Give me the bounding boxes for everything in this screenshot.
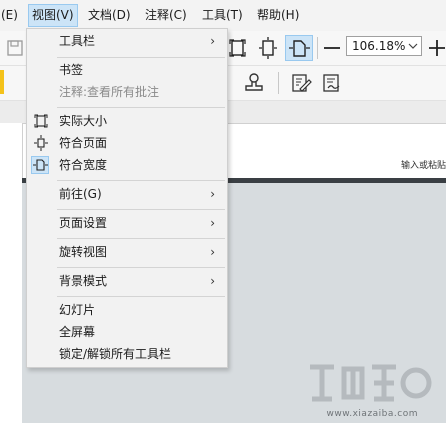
toolbar-separator [278,72,279,94]
stamp-icon[interactable] [242,71,266,95]
chevron-down-icon[interactable] [408,37,418,62]
menu-item-goto[interactable]: 前往(G) › [27,183,227,205]
menu-view[interactable]: 视图(V) [28,4,78,27]
menu-item-label: 注释:查看所有批注 [59,85,160,99]
menu-annotation[interactable]: 注释(C) [142,5,190,26]
save-icon[interactable] [4,36,28,60]
menu-item-fullscreen[interactable]: 全屏幕 [27,321,227,343]
chevron-right-icon: › [210,34,215,48]
actual-size-icon[interactable] [226,36,250,60]
menu-item-label: 锁定/解锁所有工具栏 [59,347,172,361]
menu-item-actual-size[interactable]: 实际大小 [27,110,227,132]
fit-width-icon[interactable] [285,35,313,61]
menu-item-view-all-annotations: 注释:查看所有批注 [27,81,227,103]
menu-item-fit-width[interactable]: 符合宽度 [27,154,227,176]
menu-item-label: 符合页面 [59,136,108,150]
zoom-out-icon[interactable] [320,36,344,60]
chevron-right-icon: › [210,187,215,201]
view-menu: 工具栏 › 书签 注释:查看所有批注 实际大小 符合页面 符合宽度 前往(G) … [26,28,228,368]
menu-item-toolbar[interactable]: 工具栏 › [27,30,227,52]
menu-item-label: 实际大小 [59,114,108,128]
menu-item-label: 工具栏 [59,34,96,48]
chevron-right-icon: › [210,274,215,288]
menu-divider [57,107,225,108]
watermark-url: www.xiazaiba.com [326,409,418,419]
toolbar-separator [317,37,318,59]
menu-divider [57,267,225,268]
menu-item-fit-page[interactable]: 符合页面 [27,132,227,154]
menu-item-label: 背景模式 [59,274,108,288]
menu-help[interactable]: 帮助(H) [254,5,302,26]
fit-width-icon [31,156,49,174]
menu-item-lock-toolbars[interactable]: 锁定/解锁所有工具栏 [27,343,227,365]
chevron-right-icon: › [210,245,215,259]
zoom-value: 106.18% [352,39,406,53]
menu-item-label: 幻灯片 [59,303,96,317]
chevron-right-icon: › [210,216,215,230]
menu-item-rotate-view[interactable]: 旋转视图 › [27,241,227,263]
menu-item-background-mode[interactable]: 背景模式 › [27,270,227,292]
menu-document[interactable]: 文档(D) [85,5,134,26]
fit-page-icon[interactable] [256,36,280,60]
signature-icon[interactable] [320,71,344,95]
menu-item-bookmarks[interactable]: 书签 [27,59,227,81]
edit-form-icon[interactable] [289,71,313,95]
menu-item-slideshow[interactable]: 幻灯片 [27,299,227,321]
menu-item-page-setup[interactable]: 页面设置 › [27,212,227,234]
menu-item-label: 旋转视图 [59,245,108,259]
menu-item-label: 全屏幕 [59,325,96,339]
menu-item-label: 前往(G) [59,187,102,201]
watermark-logo-icon [310,364,432,402]
menu-edit[interactable]: (E) [0,5,21,26]
menu-item-label: 书签 [59,63,84,77]
menu-item-label: 符合宽度 [59,158,108,172]
zoom-in-icon[interactable] [425,36,446,60]
fit-page-icon [33,135,49,151]
menu-item-label: 页面设置 [59,216,108,230]
navigation-panel [0,123,23,423]
highlight-color-swatch [0,70,4,94]
menu-divider [57,209,225,210]
search-hint: 输入或粘贴 [400,161,446,171]
menu-tools[interactable]: 工具(T) [199,5,246,26]
zoom-select[interactable]: 106.18% [346,36,422,56]
actual-size-icon [33,113,49,129]
menu-divider [57,180,225,181]
menu-divider [57,296,225,297]
menu-divider [57,57,225,58]
menu-divider [57,238,225,239]
